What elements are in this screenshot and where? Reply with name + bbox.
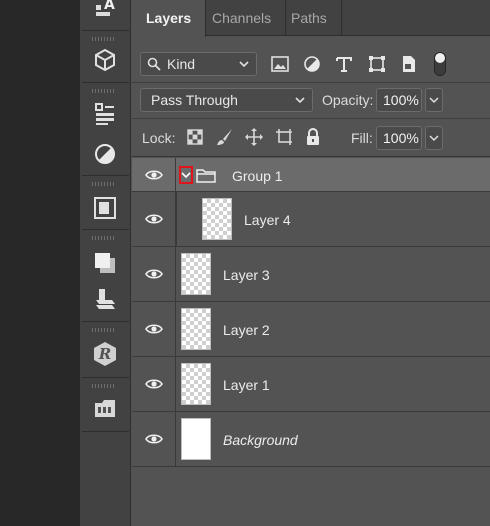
visibility-toggle[interactable] — [132, 247, 176, 301]
shape-filter-icon[interactable] — [365, 52, 389, 76]
chevron-down-icon — [239, 61, 249, 68]
image-filter-icon[interactable] — [268, 52, 292, 76]
blend-mode-select[interactable]: Pass Through — [140, 88, 313, 112]
layer-name: Layer 2 — [223, 322, 270, 338]
layer-row-layer-2[interactable]: Layer 2 — [132, 302, 490, 357]
layer-thumbnail — [181, 418, 211, 460]
canvas-area — [0, 0, 80, 526]
visibility-toggle[interactable] — [132, 412, 176, 466]
lock-artboard-icon[interactable] — [273, 126, 295, 148]
layer-row-group-1[interactable]: Group 1 — [132, 158, 490, 192]
fill-label: Fill: — [351, 130, 373, 146]
lock-all-icon[interactable] — [302, 126, 324, 148]
tab-channels[interactable]: Channels — [198, 0, 287, 36]
filter-kind-label: Kind — [167, 56, 196, 72]
fill-dropdown[interactable] — [425, 126, 443, 150]
group-expand-toggle[interactable] — [179, 166, 193, 184]
opacity-label: Opacity: — [322, 92, 374, 108]
panel-toolstrip: A R — [80, 0, 131, 526]
adjustments-icon[interactable] — [91, 140, 119, 168]
opacity-dropdown[interactable] — [425, 88, 443, 112]
layer-name: Layer 1 — [223, 377, 270, 393]
layers-panel: Layers Channels Paths Kind Pass Through … — [132, 0, 490, 526]
lock-image-icon[interactable] — [214, 126, 236, 148]
layer-row-layer-3[interactable]: Layer 3 — [132, 247, 490, 302]
opacity-input[interactable]: 100% — [376, 88, 422, 112]
svg-text:R: R — [98, 345, 111, 363]
tab-layers[interactable]: Layers — [132, 0, 207, 37]
layer-thumbnail — [181, 308, 211, 350]
eye-icon — [144, 214, 163, 224]
blend-mode-value: Pass Through — [151, 92, 238, 108]
layer-thumbnail — [181, 363, 211, 405]
layer-row-background[interactable]: Background — [132, 412, 490, 467]
svg-text:A: A — [104, 0, 115, 13]
layer-name: Layer 4 — [244, 212, 291, 228]
search-icon — [147, 57, 161, 71]
visibility-toggle[interactable] — [132, 357, 176, 411]
eye-icon — [144, 169, 163, 180]
layer-name: Group 1 — [232, 168, 283, 184]
properties-icon[interactable] — [91, 100, 119, 128]
libraries-icon[interactable] — [91, 194, 119, 222]
layer-comps-icon[interactable] — [91, 249, 119, 277]
layer-thumbnail — [202, 198, 232, 240]
folder-icon — [196, 169, 216, 183]
panel-tabs: Layers Channels Paths — [132, 0, 490, 37]
lock-transparent-icon[interactable] — [184, 126, 206, 148]
eye-icon — [144, 379, 163, 389]
layer-name: Background — [223, 432, 298, 448]
chevron-down-icon — [181, 172, 191, 179]
eye-icon — [144, 269, 163, 279]
type-filter-icon[interactable] — [332, 52, 356, 76]
chevron-down-icon — [429, 97, 439, 104]
chevron-down-icon — [295, 97, 305, 104]
3d-cube-icon[interactable] — [91, 46, 119, 74]
shapes-icon[interactable] — [91, 285, 119, 313]
plugin-r-icon[interactable]: R — [91, 340, 119, 368]
lock-position-icon[interactable] — [243, 126, 265, 148]
fill-input[interactable]: 100% — [376, 126, 422, 150]
filter-toggle[interactable] — [434, 52, 446, 76]
layer-row-layer-1[interactable]: Layer 1 — [132, 357, 490, 412]
smart-object-filter-icon[interactable] — [397, 52, 421, 76]
visibility-toggle[interactable] — [132, 192, 176, 246]
visibility-toggle[interactable] — [132, 302, 176, 356]
artboard-icon[interactable] — [91, 394, 119, 422]
chevron-down-icon — [429, 135, 439, 142]
visibility-toggle[interactable] — [132, 158, 176, 191]
layer-row-layer-4[interactable]: Layer 4 — [132, 192, 490, 247]
eye-icon — [144, 434, 163, 444]
character-icon[interactable]: A — [91, 0, 119, 22]
lock-label: Lock: — [142, 130, 176, 146]
layer-name: Layer 3 — [223, 267, 270, 283]
eye-icon — [144, 324, 163, 334]
filter-kind-select[interactable]: Kind — [140, 52, 257, 76]
adjustment-filter-icon[interactable] — [300, 52, 324, 76]
layer-thumbnail — [181, 253, 211, 295]
tab-paths[interactable]: Paths — [277, 0, 342, 36]
